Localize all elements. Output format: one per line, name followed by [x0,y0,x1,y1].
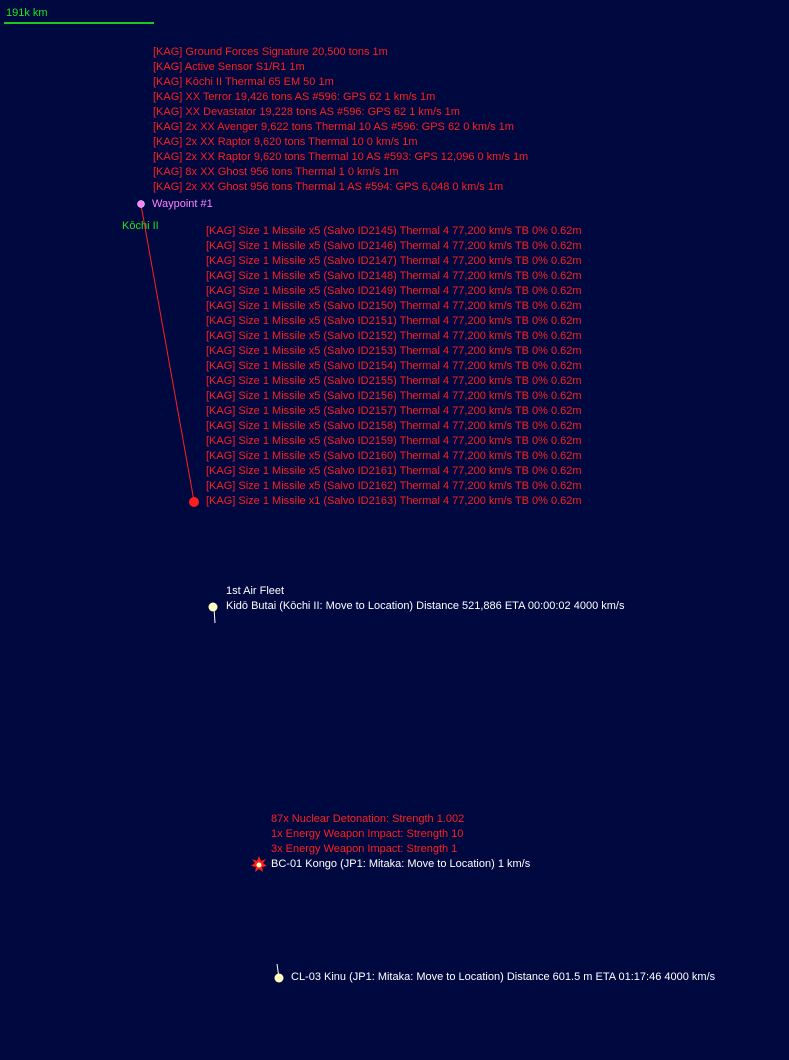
missile-salvo-marker-icon[interactable] [189,497,199,507]
fleet-marker-icon[interactable] [208,602,218,612]
fleet-marker-icon[interactable] [274,973,284,983]
map-overlay [137,200,284,983]
waypoint-marker-icon[interactable] [137,200,145,208]
salvo-course-line [140,204,195,502]
tactical-map[interactable]: 191k km [KAG] Ground Forces Signature 20… [0,0,789,1060]
explosion-icon[interactable] [251,856,267,872]
